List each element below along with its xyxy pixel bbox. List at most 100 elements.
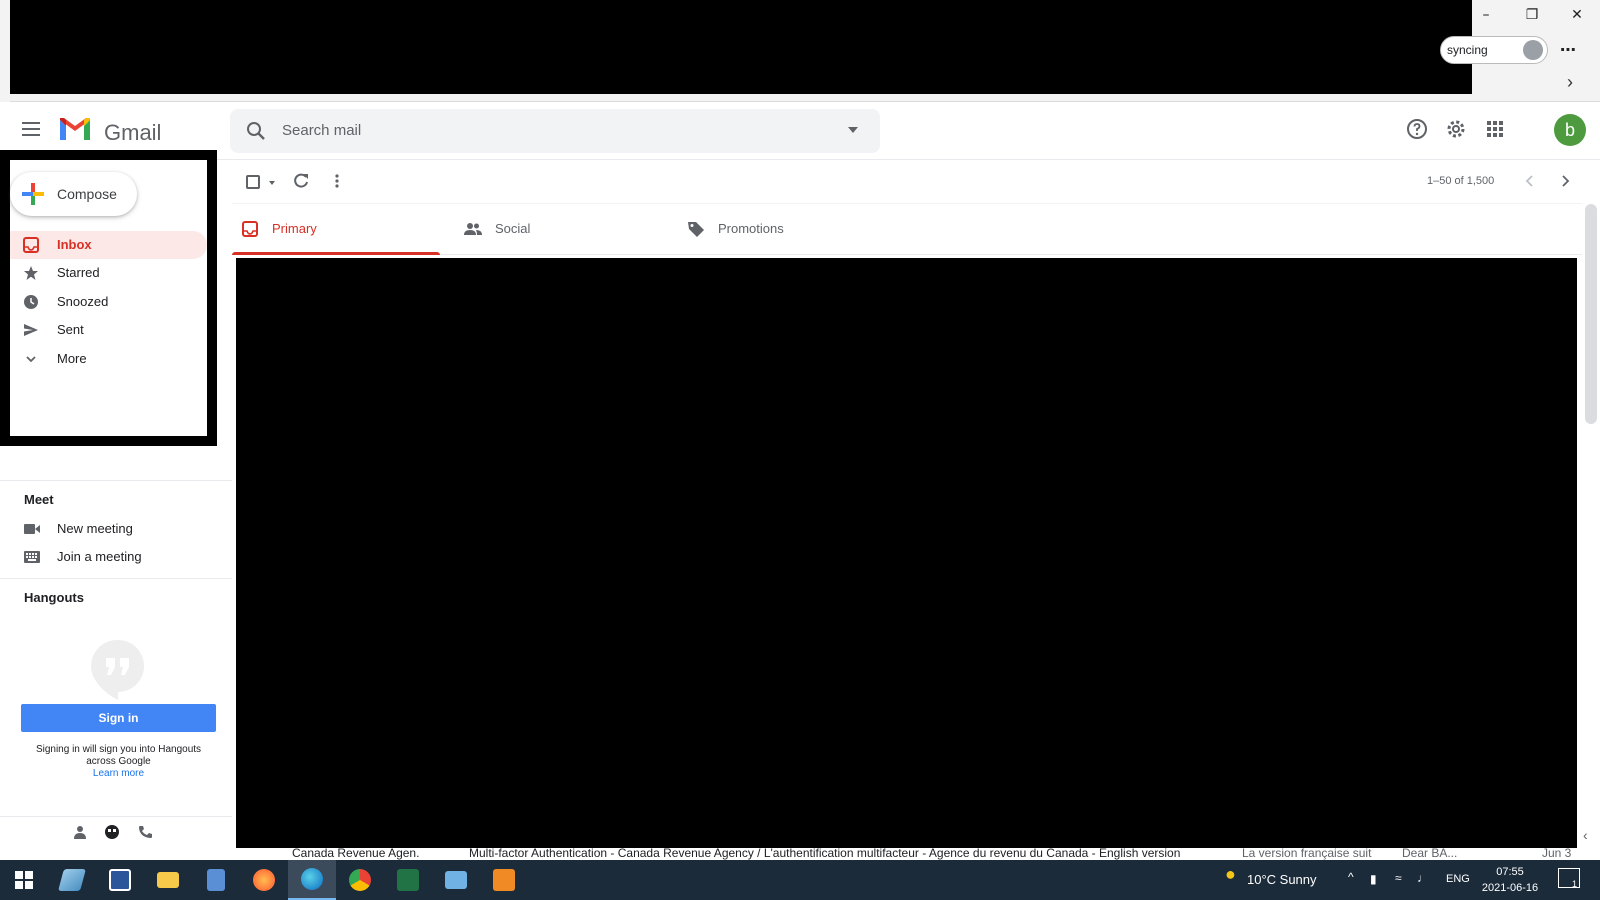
video-icon	[24, 524, 40, 534]
email-snippet-dear: Dear BA...	[1402, 846, 1458, 860]
battery-icon[interactable]: ▮	[1370, 872, 1377, 886]
clock-icon	[24, 295, 38, 309]
hangouts-sign-in-button[interactable]: Sign in	[21, 704, 216, 732]
profile-sync-button[interactable]: syncing	[1440, 36, 1548, 64]
hangouts-signin-note: Signing in will sign you into Hangouts a…	[20, 744, 217, 780]
email-date: Jun 3	[1542, 846, 1572, 860]
category-tabs: Primary Social Promotions	[232, 205, 1582, 255]
sun-weather-icon[interactable]: ●	[1225, 864, 1236, 885]
more-vertical-icon[interactable]	[328, 172, 346, 190]
redacted-browser-toolbar	[10, 0, 1472, 94]
minimize-button[interactable]: –	[1463, 0, 1509, 30]
meet-item-label: New meeting	[57, 521, 133, 536]
notepad-icon	[58, 869, 86, 891]
taskbar-firefox[interactable]	[240, 860, 288, 900]
older-page-chevron-right-icon[interactable]	[1556, 172, 1574, 190]
compose-button[interactable]: Compose	[10, 172, 137, 216]
nav-item-starred[interactable]: Starred	[10, 259, 207, 287]
start-button[interactable]	[0, 860, 48, 900]
search-icon[interactable]	[246, 121, 266, 141]
learn-more-link[interactable]: Learn more	[20, 768, 217, 780]
hangouts-chat-icon[interactable]	[104, 825, 120, 839]
calculator-icon	[207, 869, 225, 891]
main-menu-icon[interactable]	[22, 122, 40, 136]
taskbar-excel[interactable]	[384, 860, 432, 900]
search-input[interactable]: Search mail	[282, 122, 361, 139]
refresh-icon[interactable]	[292, 172, 310, 190]
inbox-icon	[23, 237, 39, 253]
clock-time: 07:55	[1496, 866, 1524, 878]
meet-item-label: Join a meeting	[57, 549, 142, 564]
input-language[interactable]: ENG	[1446, 873, 1470, 885]
help-icon[interactable]	[1405, 117, 1429, 141]
list-scrollbar[interactable]	[1585, 204, 1597, 424]
select-all-checkbox[interactable]	[246, 175, 260, 189]
account-avatar[interactable]: b	[1554, 114, 1586, 146]
profile-avatar-icon	[1523, 40, 1543, 60]
volume-icon[interactable]: ♩	[1417, 871, 1429, 885]
tab-primary[interactable]: Primary	[232, 205, 440, 255]
browser-menu-button[interactable]: ⋯	[1560, 40, 1577, 60]
gmail-logo-icon[interactable]	[58, 116, 92, 142]
tab-label: Social	[495, 221, 531, 236]
apps-grid-icon[interactable]	[1483, 117, 1507, 141]
side-panel-toggle-chevron-icon[interactable]: ‹	[1583, 827, 1588, 843]
notification-center-icon[interactable]: 1	[1558, 868, 1580, 889]
email-sender: Canada Revenue Agen.	[292, 846, 420, 860]
taskbar-edge[interactable]	[288, 860, 336, 900]
tab-social[interactable]: Social	[455, 205, 663, 255]
nav-item-snoozed[interactable]: Snoozed	[10, 288, 207, 316]
redacted-email-list	[236, 258, 1577, 848]
inbox-icon	[242, 221, 258, 237]
newer-page-chevron-left-icon[interactable]	[1521, 172, 1539, 190]
chevron-right-icon[interactable]: ›	[1567, 72, 1573, 93]
wifi-icon[interactable]: ≈	[1395, 871, 1402, 885]
gmail-wordmark[interactable]: Gmail	[104, 120, 161, 146]
hangouts-bottom-tabs	[0, 816, 232, 846]
send-icon	[24, 324, 38, 336]
nav-item-label: Inbox	[57, 237, 92, 252]
compose-plus-icon	[22, 183, 44, 205]
meet-section-title: Meet	[24, 492, 54, 507]
email-snippet: La version française suit	[1242, 846, 1372, 860]
word-icon	[109, 869, 131, 891]
sync-label: syncing	[1447, 43, 1488, 57]
email-row-partial[interactable]: Canada Revenue Agen. Multi-factor Authen…	[232, 846, 1582, 860]
taskbar-file-explorer[interactable]	[144, 860, 192, 900]
hangouts-section-title: Hangouts	[24, 590, 84, 605]
search-bar[interactable]: Search mail	[230, 109, 880, 153]
nav-item-more[interactable]: More	[10, 345, 207, 373]
divider	[0, 480, 232, 481]
folder-icon	[157, 872, 179, 888]
phone-icon[interactable]	[137, 825, 153, 839]
taskbar-chrome[interactable]	[336, 860, 384, 900]
tab-promotions[interactable]: Promotions	[678, 205, 886, 255]
browser-chrome: – ❐ ✕ syncing ⋯ ›	[0, 0, 1600, 102]
search-options-icon[interactable]	[848, 127, 858, 133]
taskbar-remote-desktop[interactable]	[432, 860, 480, 900]
tab-label: Primary	[272, 221, 317, 236]
nav-item-inbox[interactable]: Inbox	[10, 231, 207, 259]
email-subject: Multi-factor Authentication - Canada Rev…	[469, 846, 1181, 860]
nav-item-label: Sent	[57, 322, 84, 337]
edge-icon	[301, 868, 323, 890]
contacts-person-icon[interactable]	[72, 825, 88, 839]
system-clock[interactable]: 07:55 2021-06-16	[1470, 864, 1550, 896]
taskbar-calculator[interactable]	[192, 860, 240, 900]
restore-button[interactable]: ❐	[1509, 0, 1555, 30]
divider	[0, 578, 232, 579]
settings-gear-icon[interactable]	[1444, 117, 1468, 141]
keyboard-icon	[24, 551, 40, 563]
mail-toolbar: 1–50 of 1,500	[232, 160, 1582, 204]
weather-text[interactable]: 10°C Sunny	[1247, 872, 1317, 887]
firefox-icon	[253, 869, 275, 891]
gmail-header: Gmail Search mail b	[0, 102, 1600, 160]
taskbar-notepad[interactable]	[48, 860, 96, 900]
browser-left-edge	[0, 0, 10, 102]
select-options-chevron-icon[interactable]	[269, 181, 275, 185]
close-window-button[interactable]: ✕	[1554, 0, 1600, 30]
tray-chevron-up-icon[interactable]: ^	[1348, 870, 1354, 884]
nav-item-sent[interactable]: Sent	[10, 316, 207, 344]
taskbar-word[interactable]	[96, 860, 144, 900]
taskbar-media-player[interactable]	[480, 860, 528, 900]
